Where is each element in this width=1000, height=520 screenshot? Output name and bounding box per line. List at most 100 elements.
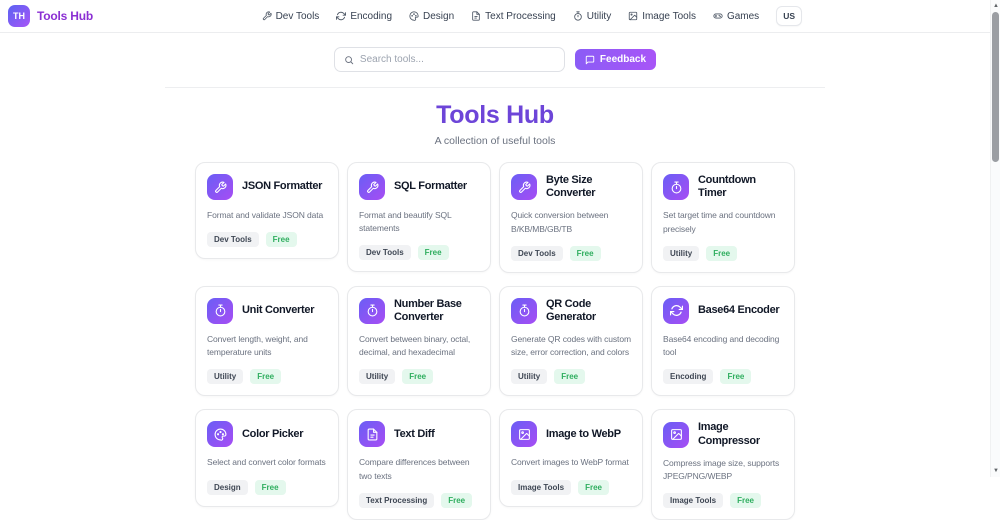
- nav-item-image-tools[interactable]: Image Tools: [628, 11, 696, 22]
- stopwatch-icon: [511, 298, 537, 324]
- nav-item-label: Text Processing: [485, 11, 556, 22]
- tools-grid: JSON Formatter Format and validate JSON …: [195, 162, 795, 520]
- nav-item-encoding[interactable]: Encoding: [336, 11, 392, 22]
- nav-item-label: Encoding: [350, 11, 392, 22]
- category-tag: Utility: [511, 369, 547, 384]
- tool-card-header: Image to WebP: [511, 421, 631, 447]
- document-icon: [359, 421, 385, 447]
- scrollbar-up-arrow[interactable]: ▲: [991, 1, 1000, 11]
- stopwatch-icon: [359, 298, 385, 324]
- tool-description: Compare differences between two texts: [359, 456, 479, 482]
- category-tag: Text Processing: [359, 493, 434, 508]
- nav-item-label: Dev Tools: [276, 11, 320, 22]
- nav-item-label: Image Tools: [642, 11, 696, 22]
- search-icon: [344, 55, 354, 65]
- tool-card-sql-formatter[interactable]: SQL Formatter Format and beautify SQL st…: [347, 162, 491, 272]
- nav-item-design[interactable]: Design: [409, 11, 454, 22]
- tool-card-header: SQL Formatter: [359, 174, 479, 200]
- tool-card-unit-converter[interactable]: Unit Converter Convert length, weight, a…: [195, 286, 339, 396]
- tool-description: Convert length, weight, and temperature …: [207, 333, 327, 359]
- tool-description: Format and beautify SQL statements: [359, 209, 479, 235]
- nav-item-games[interactable]: Games: [713, 11, 759, 22]
- tool-tags: Dev Tools Free: [359, 245, 479, 260]
- tool-title: Color Picker: [242, 428, 303, 441]
- refresh-icon: [663, 298, 689, 324]
- wrench-icon: [359, 174, 385, 200]
- tool-tags: Image Tools Free: [663, 493, 783, 508]
- tool-tags: Utility Free: [207, 369, 327, 384]
- tool-card-header: Color Picker: [207, 421, 327, 447]
- palette-icon: [207, 421, 233, 447]
- nav-item-label: Design: [423, 11, 454, 22]
- nav-menu: Dev Tools Encoding Design Text Processin…: [262, 6, 990, 26]
- tool-title: Image to WebP: [546, 428, 621, 441]
- tool-title: Unit Converter: [242, 304, 314, 317]
- tool-card-countdown-timer[interactable]: Countdown Timer Set target time and coun…: [651, 162, 795, 273]
- brand-home-link[interactable]: TH Tools Hub: [8, 5, 93, 27]
- scrollbar[interactable]: ▲ ▼: [990, 0, 1000, 477]
- search-box[interactable]: [334, 47, 565, 72]
- nav-item-dev-tools[interactable]: Dev Tools: [262, 11, 320, 22]
- scrollbar-down-arrow[interactable]: ▼: [991, 466, 1000, 476]
- tool-card-header: JSON Formatter: [207, 174, 327, 200]
- gamepad-icon: [713, 11, 723, 21]
- tool-description: Select and convert color formats: [207, 456, 327, 469]
- tool-card-byte-size-converter[interactable]: Byte Size Converter Quick conversion bet…: [499, 162, 643, 273]
- image-icon: [663, 422, 689, 448]
- tool-card-image-to-webp[interactable]: Image to WebP Convert images to WebP for…: [499, 409, 643, 506]
- tool-card-number-base-converter[interactable]: Number Base Converter Convert between bi…: [347, 286, 491, 397]
- tool-card-base64-encoder[interactable]: Base64 Encoder Base64 encoding and decod…: [651, 286, 795, 396]
- chat-icon: [585, 55, 595, 65]
- tool-title: Text Diff: [394, 428, 434, 441]
- nav-item-label: Utility: [587, 11, 611, 22]
- tool-description: Base64 encoding and decoding tool: [663, 333, 783, 359]
- free-tag: Free: [266, 232, 297, 247]
- nav-item-text-processing[interactable]: Text Processing: [471, 11, 556, 22]
- search-section: Feedback: [165, 33, 825, 88]
- tool-card-header: Text Diff: [359, 421, 479, 447]
- locale-button[interactable]: US: [776, 6, 802, 26]
- nav-item-utility[interactable]: Utility: [573, 11, 611, 22]
- free-tag: Free: [720, 369, 751, 384]
- search-input[interactable]: [360, 54, 555, 65]
- tool-tags: Dev Tools Free: [511, 246, 631, 261]
- nav-item-label: Games: [727, 11, 759, 22]
- free-tag: Free: [570, 246, 601, 261]
- free-tag: Free: [418, 245, 449, 260]
- page: TH Tools Hub Dev Tools Encoding Design T…: [0, 0, 990, 520]
- tool-title: Number Base Converter: [394, 298, 479, 324]
- tool-tags: Text Processing Free: [359, 493, 479, 508]
- tool-card-qr-code-generator[interactable]: QR Code Generator Generate QR codes with…: [499, 286, 643, 397]
- image-icon: [511, 421, 537, 447]
- brand-logo: TH: [8, 5, 30, 27]
- free-tag: Free: [402, 369, 433, 384]
- category-tag: Image Tools: [511, 480, 571, 495]
- wrench-icon: [511, 174, 537, 200]
- free-tag: Free: [578, 480, 609, 495]
- tool-tags: Dev Tools Free: [207, 232, 327, 247]
- refresh-icon: [336, 11, 346, 21]
- free-tag: Free: [250, 369, 281, 384]
- tool-card-text-diff[interactable]: Text Diff Compare differences between tw…: [347, 409, 491, 519]
- tool-card-header: Byte Size Converter: [511, 174, 631, 200]
- tool-title: JSON Formatter: [242, 180, 322, 193]
- scrollbar-thumb[interactable]: [992, 12, 999, 162]
- tool-tags: Utility Free: [511, 369, 631, 384]
- tool-card-json-formatter[interactable]: JSON Formatter Format and validate JSON …: [195, 162, 339, 259]
- category-tag: Utility: [359, 369, 395, 384]
- feedback-label: Feedback: [600, 54, 646, 65]
- category-tag: Dev Tools: [207, 232, 259, 247]
- tool-card-header: Number Base Converter: [359, 298, 479, 324]
- tool-card-color-picker[interactable]: Color Picker Select and convert color fo…: [195, 409, 339, 506]
- free-tag: Free: [706, 246, 737, 261]
- image-icon: [628, 11, 638, 21]
- stopwatch-icon: [573, 11, 583, 21]
- feedback-button[interactable]: Feedback: [575, 49, 656, 70]
- tool-title: SQL Formatter: [394, 180, 467, 193]
- tool-description: Convert images to WebP format: [511, 456, 631, 469]
- tool-tags: Image Tools Free: [511, 480, 631, 495]
- category-tag: Design: [207, 480, 248, 495]
- tool-card-image-compressor[interactable]: Image Compressor Compress image size, su…: [651, 409, 795, 520]
- free-tag: Free: [554, 369, 585, 384]
- tool-description: Quick conversion between B/KB/MB/GB/TB: [511, 209, 631, 235]
